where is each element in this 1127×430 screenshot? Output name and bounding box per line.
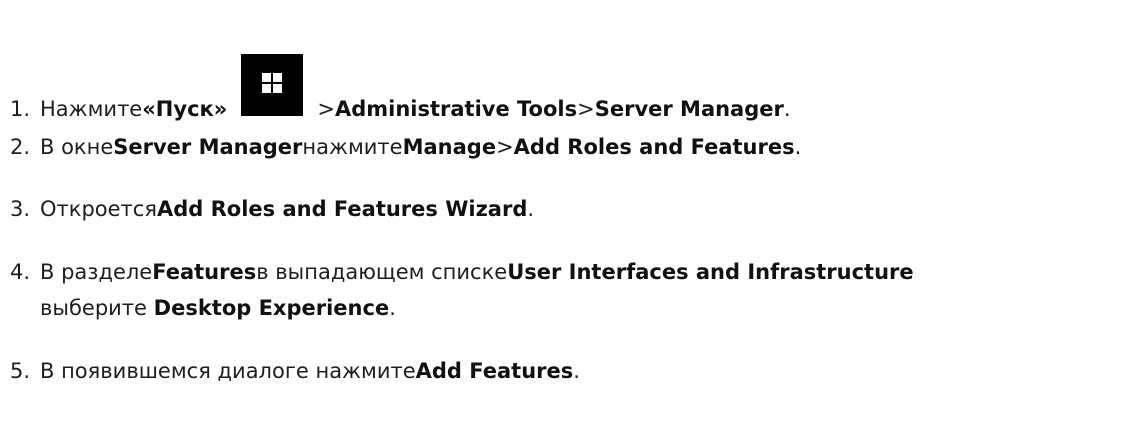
step-text: . — [389, 296, 396, 320]
step-keyword: Manage — [402, 135, 497, 159]
step-keyword: Features — [152, 260, 257, 284]
step-text: В появившемся диалоге нажмите — [40, 359, 416, 383]
list-item: 3. Откроется Add Roles and Features Wiza… — [10, 197, 534, 221]
step-keyword: Desktop Experience — [153, 296, 390, 320]
list-item: 2. В окне Server Manager нажмите Manage … — [10, 135, 801, 159]
list-item: 4. В разделе Features в выпадающем списк… — [10, 260, 914, 284]
step-number: 3. — [10, 197, 31, 221]
step-keyword: Add Features — [415, 359, 574, 383]
step-keyword: «Пуск» — [142, 97, 228, 121]
list-item-continuation: выберите Desktop Experience. — [40, 296, 396, 320]
step-keyword: Server Manager — [113, 135, 303, 159]
windows-start-icon — [241, 54, 304, 116]
step-text: . — [783, 97, 791, 121]
step-text: . — [527, 197, 535, 221]
step-number: 2. — [10, 135, 31, 159]
step-text: выберите — [40, 296, 154, 320]
step-text: > — [577, 97, 595, 121]
instruction-list: 1. Нажмите «Пуск» > Administrative Tools… — [0, 0, 1127, 430]
step-keyword: Add Roles and Features — [513, 135, 795, 159]
step-number: 4. — [10, 260, 31, 284]
step-text: в выпадающем списке — [256, 260, 508, 284]
step-text: Откроется — [40, 197, 157, 221]
step-text: Нажмите — [40, 97, 143, 121]
step-keyword: Server Manager — [594, 97, 784, 121]
step-text: . — [794, 135, 802, 159]
step-number: 5. — [10, 359, 31, 383]
step-text: В разделе — [40, 260, 153, 284]
list-item: 5. В появившемся диалоге нажмите Add Fea… — [10, 359, 580, 383]
step-keyword: Add Roles and Features Wizard — [156, 197, 528, 221]
step-keyword: User Interfaces and Infrastructure — [507, 260, 914, 284]
list-item: 1. Нажмите «Пуск» > Administrative Tools… — [10, 54, 791, 121]
step-text: . — [573, 359, 580, 383]
step-number: 1. — [10, 97, 31, 121]
step-text: > — [317, 97, 335, 121]
step-text: В окне — [40, 135, 114, 159]
step-text: > — [496, 135, 514, 159]
step-text: нажмите — [302, 135, 403, 159]
step-keyword: Administrative Tools — [334, 97, 578, 121]
